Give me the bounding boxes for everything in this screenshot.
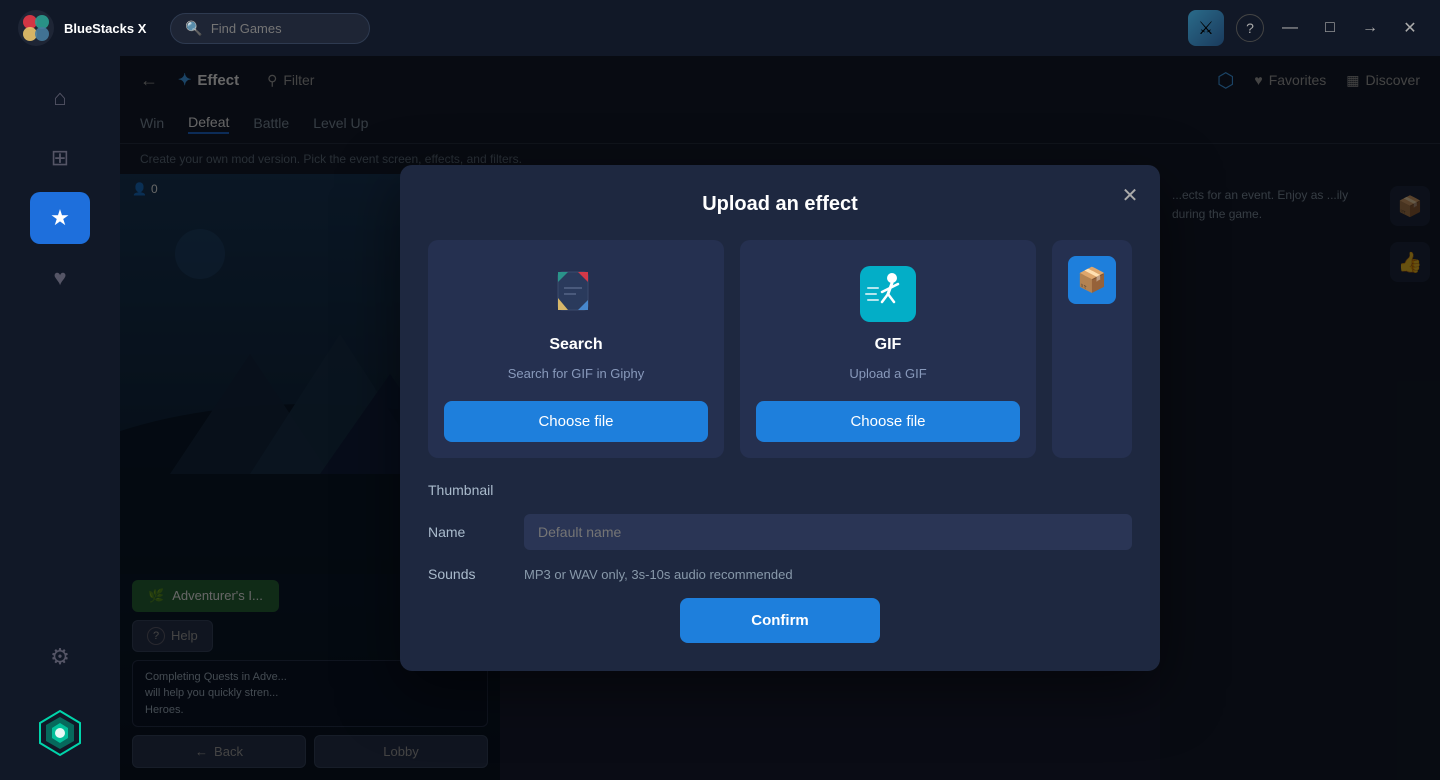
sidebar-item-settings[interactable]: ⚙ — [30, 631, 90, 683]
thumbnail-section: Thumbnail — [428, 482, 1132, 498]
library-icon: ⊞ — [51, 145, 69, 171]
star-icon: ★ — [50, 205, 70, 231]
home-icon: ⌂ — [53, 85, 66, 111]
search-upload-card: Search Search for GIF in Giphy Choose fi… — [428, 240, 724, 458]
minimize-button[interactable]: — — [1276, 14, 1304, 42]
help-button[interactable]: ? — [1236, 14, 1264, 42]
search-input[interactable] — [211, 21, 351, 36]
thumbnail-label: Thumbnail — [428, 482, 1132, 498]
search-card-subtitle: Search for GIF in Giphy — [508, 366, 645, 381]
bluestacks-gem-logo — [34, 707, 86, 764]
search-card-icon — [546, 264, 606, 324]
close-button[interactable]: ✕ — [1396, 14, 1424, 42]
gif-card-title: GIF — [875, 336, 902, 354]
sounds-label: Sounds — [428, 566, 508, 582]
main-layout: ⌂ ⊞ ★ ♥ ⚙ ← ✦ Ef — [0, 56, 1440, 780]
search-choose-file-button[interactable]: Choose file — [444, 401, 708, 442]
name-label: Name — [428, 524, 508, 540]
third-upload-card: 📦 — [1052, 240, 1132, 458]
sounds-field: Sounds MP3 or WAV only, 3s-10s audio rec… — [428, 566, 1132, 582]
sidebar-item-library[interactable]: ⊞ — [30, 132, 90, 184]
search-bar[interactable]: 🔍 — [170, 13, 370, 44]
modal-overlay: Upload an effect ✕ — [120, 56, 1440, 780]
gif-card-subtitle: Upload a GIF — [849, 366, 926, 381]
upload-effect-modal: Upload an effect ✕ — [400, 165, 1160, 671]
app-icon: ⚔ — [1188, 10, 1224, 46]
modal-title: Upload an effect — [428, 193, 1132, 216]
gif-card-icon — [858, 264, 918, 324]
titlebar: BlueStacks X 🔍 ⚔ ? — □ → ✕ — [0, 0, 1440, 56]
sidebar-item-favorites[interactable]: ♥ — [30, 252, 90, 304]
sidebar-item-home[interactable]: ⌂ — [30, 72, 90, 124]
search-icon: 🔍 — [185, 20, 202, 37]
titlebar-actions: ⚔ ? — □ → ✕ — [1188, 10, 1424, 46]
content-area: ← ✦ Effect ⚲ Filter ⬡ ♥ Favorites ▦ Disc… — [120, 56, 1440, 780]
brand-label: BlueStacks X — [64, 21, 146, 36]
settings-icon: ⚙ — [50, 644, 70, 670]
gif-upload-card: GIF Upload a GIF Choose file — [740, 240, 1036, 458]
heart-icon: ♥ — [53, 265, 66, 291]
sidebar: ⌂ ⊞ ★ ♥ ⚙ — [0, 56, 120, 780]
name-input[interactable] — [524, 514, 1132, 550]
sidebar-item-starred[interactable]: ★ — [30, 192, 90, 244]
name-field: Name — [428, 514, 1132, 550]
modal-close-button[interactable]: ✕ — [1116, 181, 1144, 209]
bluestacks-logo — [16, 8, 56, 48]
gif-choose-file-button[interactable]: Choose file — [756, 401, 1020, 442]
forward-button[interactable]: → — [1356, 14, 1384, 42]
restore-button[interactable]: □ — [1316, 14, 1344, 42]
sounds-hint: MP3 or WAV only, 3s-10s audio recommende… — [524, 567, 1132, 582]
confirm-button[interactable]: Confirm — [680, 598, 880, 643]
search-card-title: Search — [549, 336, 602, 354]
upload-cards-container: Search Search for GIF in Giphy Choose fi… — [428, 240, 1132, 458]
